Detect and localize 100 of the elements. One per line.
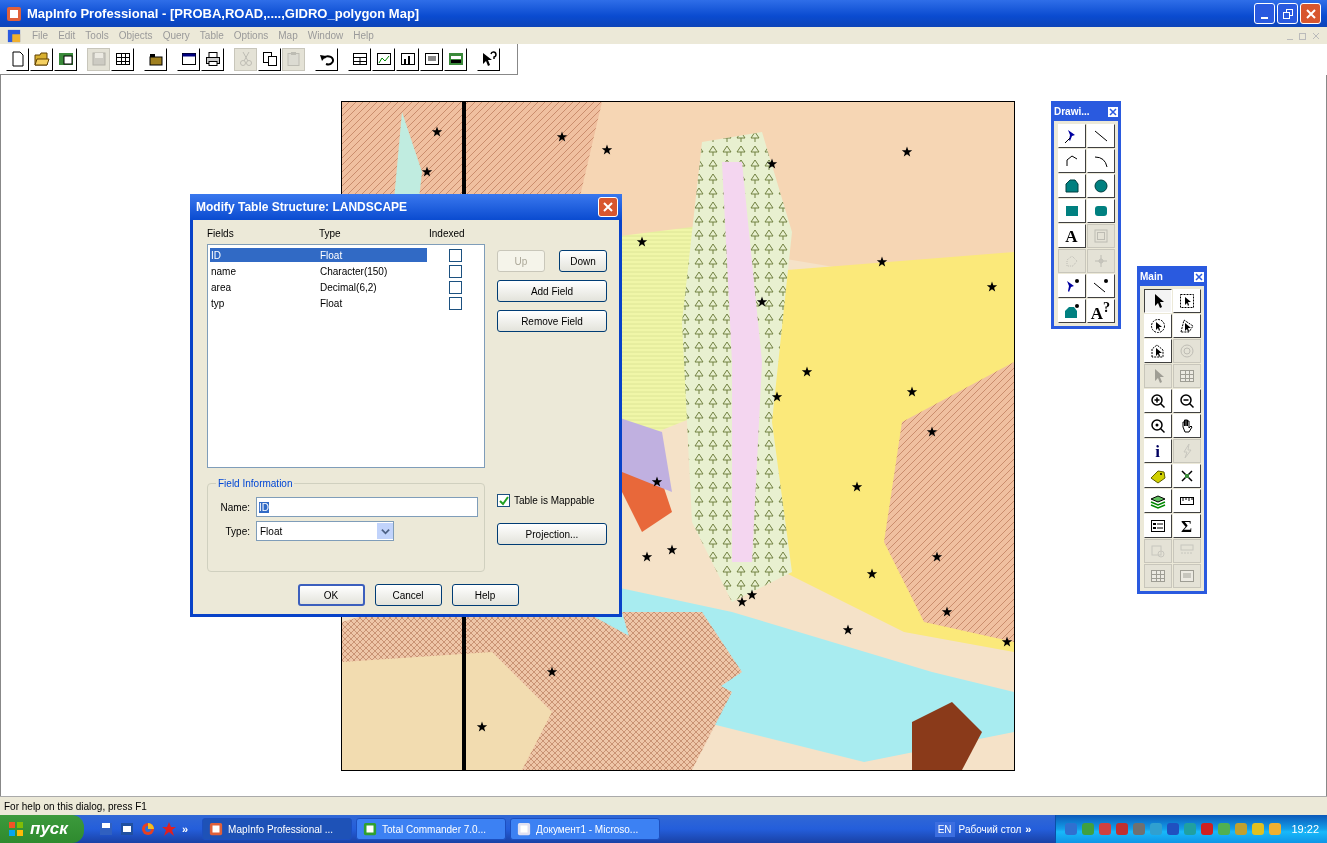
dialog-title: Modify Table Structure: LANDSCAPE bbox=[196, 200, 408, 214]
radius-select-icon bbox=[1149, 318, 1166, 334]
indexed-checkbox[interactable] bbox=[449, 248, 462, 262]
table-window-icon bbox=[351, 51, 368, 67]
polygon-select-icon bbox=[1149, 343, 1166, 359]
drawing-tool[interactable]: A$^{?}$ bbox=[1086, 299, 1115, 323]
checkbox-label: Table is Mappable bbox=[514, 495, 595, 506]
workspace-icon bbox=[57, 51, 74, 67]
copy-icon bbox=[261, 51, 278, 67]
group-title: Field Information bbox=[217, 478, 294, 489]
field-button[interactable]: Add Field bbox=[497, 280, 607, 302]
column-header: Type bbox=[319, 228, 342, 241]
taskbar-button[interactable]: Total Commander 7.0... bbox=[356, 818, 507, 840]
tray-app-icon[interactable] bbox=[1166, 822, 1181, 836]
field-label: Name: bbox=[219, 501, 250, 513]
indexed-checkbox[interactable] bbox=[449, 264, 462, 278]
square-icon bbox=[1063, 203, 1080, 219]
field-label: Type: bbox=[224, 525, 250, 537]
drawing-tool[interactable]: A bbox=[1057, 224, 1086, 248]
table-icon bbox=[1178, 368, 1195, 384]
projection-button[interactable]: Projection... bbox=[497, 523, 607, 545]
folder-icon bbox=[147, 51, 164, 67]
label-tag-icon bbox=[1149, 468, 1166, 484]
line-style-icon bbox=[1092, 278, 1109, 294]
status-text: For help on this dialog, press F1 bbox=[4, 800, 147, 812]
layout-window-icon bbox=[1178, 568, 1195, 584]
main-tool[interactable]: Σ bbox=[1172, 514, 1201, 538]
dialog-button[interactable]: OK bbox=[297, 584, 365, 606]
minimize-button[interactable] bbox=[1254, 3, 1275, 24]
palette-title: Drawi... bbox=[1054, 106, 1090, 117]
scissors-icon bbox=[237, 51, 254, 67]
column-header: Fields bbox=[207, 228, 235, 241]
legend-icon bbox=[1149, 518, 1166, 534]
mappable-checkbox[interactable] bbox=[497, 494, 510, 507]
folder-icon bbox=[33, 51, 50, 67]
more-arrows[interactable]: » bbox=[1025, 823, 1032, 835]
palette-title: Main bbox=[1140, 271, 1163, 282]
document-window-icon[interactable] bbox=[6, 28, 22, 43]
windows-flag-icon bbox=[8, 821, 24, 837]
redistrict-window-icon bbox=[447, 51, 464, 67]
close-icon bbox=[603, 202, 613, 212]
frame-icon bbox=[1092, 228, 1109, 244]
restore-icon bbox=[1282, 8, 1293, 19]
layout-window-icon bbox=[423, 51, 440, 67]
name-field[interactable]: ID bbox=[256, 497, 478, 517]
marquee-select-icon bbox=[1178, 293, 1195, 309]
type-dropdown[interactable]: Float bbox=[256, 521, 394, 541]
indexed-checkbox[interactable] bbox=[449, 280, 462, 294]
tray-app-icon[interactable] bbox=[1200, 822, 1215, 836]
field-row[interactable]: area Decimal(6,2) bbox=[210, 280, 427, 294]
restore-button[interactable] bbox=[1277, 3, 1298, 24]
close-icon[interactable] bbox=[1108, 106, 1118, 117]
start-button[interactable]: пуск bbox=[0, 815, 84, 843]
region-style-icon bbox=[1063, 303, 1080, 319]
set-target-icon bbox=[1149, 543, 1166, 559]
arc-icon bbox=[1092, 153, 1109, 169]
document-icon bbox=[9, 51, 26, 67]
dialog-button[interactable]: Help bbox=[451, 584, 519, 606]
main-tool[interactable] bbox=[1143, 289, 1172, 313]
app-icon bbox=[6, 5, 22, 22]
close-icon[interactable] bbox=[1194, 271, 1204, 282]
circle-icon bbox=[1092, 178, 1109, 194]
document-icon[interactable] bbox=[118, 821, 135, 837]
table-icon bbox=[1149, 568, 1166, 584]
minimize-icon bbox=[1261, 16, 1268, 19]
field-row[interactable]: typ Float bbox=[210, 296, 427, 310]
taskbar-button[interactable]: MapInfo Professional ... bbox=[202, 818, 353, 840]
main-tool[interactable]: i bbox=[1143, 439, 1172, 463]
clock: 19:22 bbox=[1291, 823, 1319, 835]
taskbar-button[interactable]: Документ1 - Microso... bbox=[510, 818, 661, 840]
field-row[interactable]: ID Float bbox=[210, 248, 427, 262]
reshape-icon bbox=[1063, 253, 1080, 269]
polygon-icon bbox=[1063, 178, 1080, 194]
close-button[interactable] bbox=[598, 197, 618, 217]
field-row[interactable]: name Character(150) bbox=[210, 264, 427, 278]
clipboard-icon bbox=[285, 51, 302, 67]
window-icon bbox=[180, 51, 197, 67]
target-icon bbox=[1178, 343, 1195, 359]
zoom-out-icon bbox=[1178, 393, 1195, 409]
change-view-icon bbox=[1149, 418, 1166, 434]
more-arrows[interactable]: » bbox=[181, 823, 189, 835]
star-icon[interactable] bbox=[160, 821, 177, 837]
dialog-button[interactable]: Cancel bbox=[374, 584, 442, 606]
field-button[interactable]: Remove Field bbox=[497, 310, 607, 332]
boundary-select-icon bbox=[1178, 318, 1195, 334]
column-header: Indexed bbox=[429, 228, 466, 241]
down-button[interactable]: Down bbox=[559, 250, 607, 272]
desktop-toolbar-label[interactable]: Рабочий стол bbox=[958, 823, 1022, 835]
map-window-icon bbox=[375, 51, 392, 67]
close-button[interactable] bbox=[1300, 3, 1321, 24]
tray-app-icon[interactable] bbox=[1115, 822, 1130, 836]
language-indicator[interactable]: EN bbox=[934, 821, 955, 837]
polyline-icon bbox=[1063, 153, 1080, 169]
printer-icon bbox=[204, 51, 221, 67]
app-icon bbox=[363, 822, 378, 836]
line-icon bbox=[1092, 128, 1109, 144]
indexed-checkbox[interactable] bbox=[449, 296, 462, 310]
add-node-icon bbox=[1092, 253, 1109, 269]
zoom-in-icon bbox=[1149, 393, 1166, 409]
close-icon bbox=[1305, 8, 1316, 19]
